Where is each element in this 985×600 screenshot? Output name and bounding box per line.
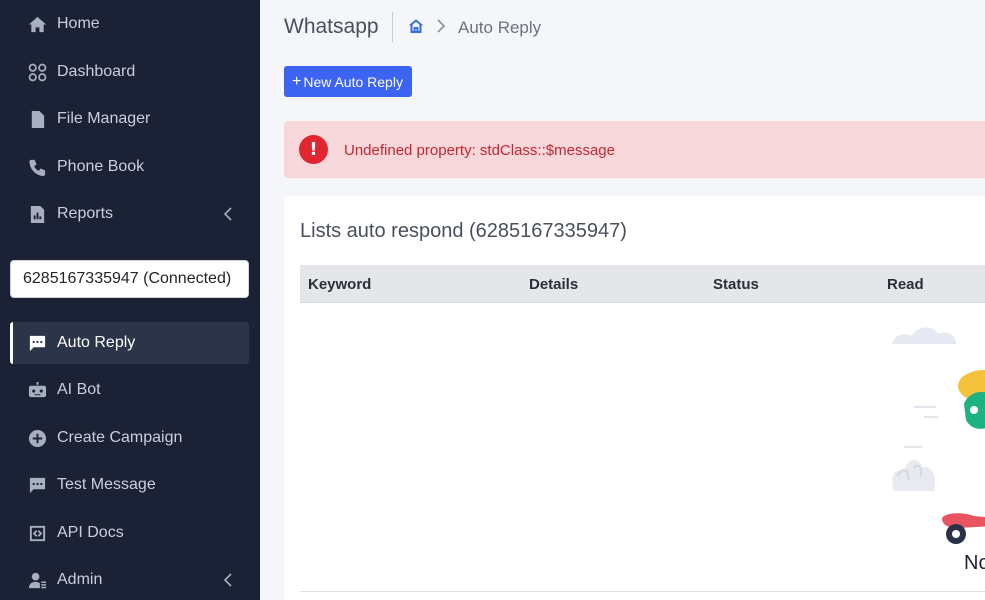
sidebar-item-label: Auto Reply [57,334,136,351]
auto-respond-card: Lists auto respond (6285167335947) Keywo… [284,196,985,600]
table-header: Keyword Details Status Read [300,265,985,303]
sidebar-item-label: Phone Book [57,158,145,175]
new-auto-reply-label: New Auto Reply [303,73,403,90]
column-header-read: Read [887,276,924,293]
reports-icon [27,204,47,224]
sidebar-item-home[interactable]: Home [10,3,249,45]
new-auto-reply-button[interactable]: + New Auto Reply [284,66,412,97]
sidebar-item-label: Home [57,15,100,32]
plus-circle-icon [27,428,47,448]
page-title: Whatsapp [284,15,379,38]
sidebar: Home Dashboard File Manager Phone Book R… [0,0,260,600]
sidebar-item-label: File Manager [57,110,151,127]
card-title: Lists auto respond (6285167335947) [300,220,627,242]
sidebar-item-reports[interactable]: Reports [10,193,249,235]
chat-icon [27,475,47,495]
sidebar-item-dashboard[interactable]: Dashboard [10,51,249,93]
sidebar-item-create-campaign[interactable]: Create Campaign [10,417,249,459]
breadcrumb-divider [392,12,393,42]
device-select-value: 6285167335947 (Connected) [23,270,232,287]
breadcrumb-home-icon[interactable] [408,18,426,36]
column-header-details: Details [529,276,579,293]
plus-icon: + [292,72,302,90]
sidebar-item-auto-reply[interactable]: Auto Reply [10,322,249,364]
sidebar-item-label: Reports [57,205,114,222]
phone-icon [27,157,47,177]
sidebar-item-test-message[interactable]: Test Message [10,464,249,506]
device-select[interactable]: 6285167335947 (Connected) [10,260,249,298]
sidebar-item-label: AI Bot [57,381,101,398]
dashboard-icon [27,62,47,82]
sidebar-item-label: Test Message [57,476,156,493]
error-alert: ! Undefined property: stdClass::$message [284,121,985,178]
file-icon [27,109,47,129]
robot-icon [27,380,47,400]
sidebar-item-file-manager[interactable]: File Manager [10,98,249,140]
sidebar-item-api-docs[interactable]: API Docs [10,512,249,554]
code-icon [27,523,47,543]
sidebar-item-ai-bot[interactable]: AI Bot [10,369,249,411]
empty-state-illustration [892,327,985,544]
error-icon: ! [299,135,328,164]
chevron-left-icon [221,572,235,588]
admin-icon [27,570,47,590]
home-icon [27,14,47,34]
sidebar-item-phone-book[interactable]: Phone Book [10,146,249,188]
column-header-status: Status [713,276,759,293]
empty-state-text: No [964,552,985,574]
sidebar-item-admin[interactable]: Admin [10,559,249,600]
chevron-left-icon [221,206,235,222]
alert-message: Undefined property: stdClass::$message [344,142,615,159]
sidebar-item-label: Dashboard [57,63,136,80]
sidebar-item-label: API Docs [57,524,124,541]
message-icon [27,333,47,353]
sidebar-item-label: Admin [57,571,103,588]
chevron-right-icon [436,18,448,36]
main-content: Whatsapp Auto Reply + New Auto Reply ! U… [260,0,985,600]
column-header-keyword: Keyword [308,276,372,293]
sidebar-item-label: Create Campaign [57,429,183,446]
breadcrumb-current: Auto Reply [458,18,542,37]
table-bottom-border [300,591,985,592]
